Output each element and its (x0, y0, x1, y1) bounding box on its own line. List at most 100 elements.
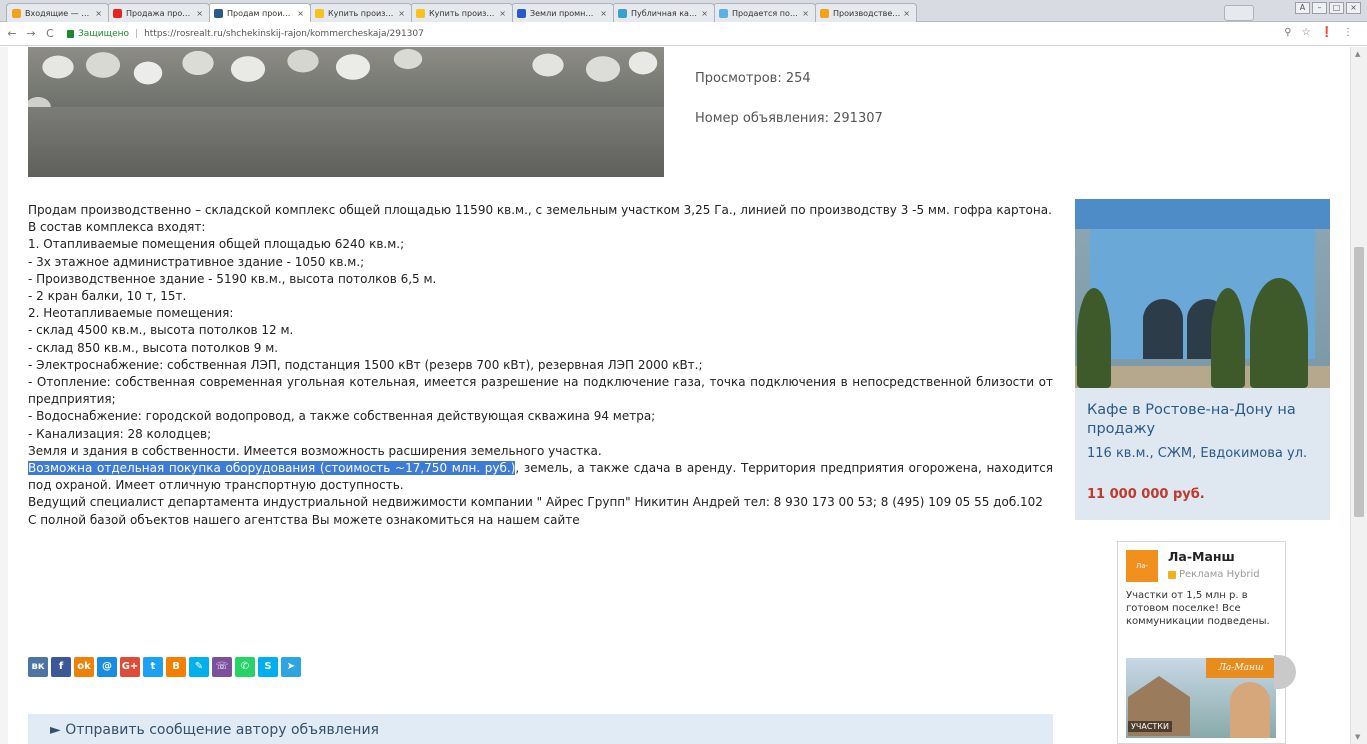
tab-favicon-icon (618, 8, 627, 18)
ad-number: Номер объявления: 291307 (695, 111, 883, 126)
livejournal-icon[interactable]: ✎ (189, 657, 209, 677)
hybrid-ad-label: Реклама Hybrid (1168, 569, 1260, 580)
moimir-icon[interactable]: @ (97, 657, 117, 677)
ad-photo-tree (1250, 278, 1308, 388)
tab-favicon-icon (719, 8, 728, 18)
hybrid-ad-text[interactable]: Участки от 1,5 млн р. в готовом поселке!… (1126, 589, 1276, 628)
bookmark-star-icon[interactable]: ☆ (1302, 27, 1311, 38)
facebook-icon[interactable]: f (51, 657, 71, 677)
browser-tab[interactable]: Купить производствен× (410, 3, 513, 22)
hybrid-ad[interactable]: Ла-Манш Ла-Манш Реклама Hybrid Участки о… (1117, 541, 1286, 744)
browser-tab[interactable]: Публичная кадастрова× (612, 3, 715, 22)
side-ad-card[interactable]: Кафе в Ростове-на-Дону на продажу 116 кв… (1075, 199, 1330, 520)
minimize-icon[interactable]: – (1312, 2, 1327, 14)
description-line: - 2 кран балки, 10 т, 15т. (28, 289, 187, 304)
photo-bags (28, 47, 664, 107)
side-ad-subtitle: 116 кв.м., СЖМ, Евдокимова ул. (1087, 446, 1308, 461)
tab-close-icon[interactable]: × (600, 9, 607, 18)
tab-close-icon[interactable]: × (297, 9, 304, 18)
ad-photo-tree (1077, 288, 1111, 388)
contact-paragraph: Ведущий специалист департамента индустри… (28, 495, 1043, 510)
vk-icon[interactable]: вк (28, 657, 48, 677)
description-line: - Канализация: 28 колодцев; (28, 426, 212, 441)
browser-tab[interactable]: Продам производстве× (208, 3, 311, 23)
whatsapp-icon[interactable]: ✆ (235, 657, 255, 677)
ad-photo-arch (1143, 299, 1183, 359)
odnoklassniki-icon[interactable]: ok (74, 657, 94, 677)
hybrid-ad-brand: Ла-Манш (1206, 658, 1276, 678)
address-bar-actions: ⚲ ☆ ❗ ⋮ (1284, 27, 1353, 38)
description-line: 1. Отапливаемые помещения общей площадью… (28, 237, 405, 252)
page-scrollbar[interactable]: ▲ ▼ (1350, 47, 1367, 744)
browser-tab[interactable]: Продажа производстве× (107, 3, 210, 22)
new-tab-button[interactable] (1224, 5, 1254, 21)
send-message-link[interactable]: ► Отправить сообщение автору объявления (50, 722, 379, 738)
description-line: - склад 4500 кв.м., высота потолков 12 м… (28, 323, 294, 338)
side-ad-title[interactable]: Кафе в Ростове-на-Дону на продажу (1087, 401, 1322, 439)
views-count: Просмотров: 254 (695, 71, 811, 86)
description-line: Продам производственно – складской компл… (28, 203, 1052, 217)
forward-icon[interactable]: → (24, 27, 38, 40)
tab-close-icon[interactable]: × (903, 9, 910, 18)
description-line: Земля и здания в собственности. Имеется … (28, 443, 602, 458)
browser-tab[interactable]: Купить производствен× (309, 3, 412, 22)
description-line: В состав комплекса входят: (28, 220, 206, 235)
tab-close-icon[interactable]: × (95, 9, 102, 18)
reload-icon[interactable]: C (43, 27, 57, 40)
tab-favicon-icon (315, 8, 324, 18)
tab-close-icon[interactable]: × (499, 9, 506, 18)
googleplus-icon[interactable]: G+ (120, 657, 140, 677)
back-icon[interactable]: ← (5, 27, 19, 40)
extension-icon[interactable]: ❗ (1321, 27, 1333, 38)
left-gutter (0, 47, 8, 744)
maximize-icon[interactable]: □ (1329, 2, 1344, 14)
listing-photo[interactable] (28, 47, 664, 177)
side-ad-price: 11 000 000 руб. (1087, 487, 1205, 502)
tab-title: Входящие — Яндекс.П (25, 8, 92, 18)
tab-close-icon[interactable]: × (398, 9, 405, 18)
browser-tab-bar: Производственное по×Продается помещение×… (0, 0, 1367, 23)
tab-favicon-icon (820, 8, 829, 18)
browser-tab[interactable]: Входящие — Яндекс.П× (6, 3, 109, 22)
hybrid-ad-caption: УЧАСТКИ (1128, 721, 1172, 732)
close-window-icon[interactable]: × (1346, 2, 1361, 14)
tab-title: Купить производствен (328, 8, 396, 18)
user-icon[interactable]: A (1295, 2, 1310, 14)
tab-favicon-icon (517, 8, 526, 18)
scroll-up-icon[interactable]: ▲ (1355, 50, 1360, 58)
browser-tab[interactable]: Продается помещение× (713, 3, 816, 22)
browser-tab[interactable]: Производственное по× (814, 3, 917, 22)
browser-tab[interactable]: Земли промназначени× (511, 3, 614, 22)
highlighted-text: Возможна отдельная покупка оборудования … (28, 461, 516, 476)
tab-close-icon[interactable]: × (196, 9, 203, 18)
tab-title: Публичная кадастрова (631, 8, 698, 18)
blogger-icon[interactable]: B (166, 657, 186, 677)
skype-icon[interactable]: S (258, 657, 278, 677)
description-line: 2. Неотапливаемые помещения: (28, 306, 234, 321)
tab-close-icon[interactable]: × (802, 9, 809, 18)
tab-close-icon[interactable]: × (701, 9, 708, 18)
separator: | (135, 28, 139, 39)
lock-icon (67, 29, 74, 38)
twitter-icon[interactable]: t (143, 657, 163, 677)
hybrid-ad-name[interactable]: Ла-Манш (1168, 549, 1235, 564)
send-message-bar[interactable]: ► Отправить сообщение автору объявления (28, 714, 1053, 744)
hybrid-ad-image[interactable]: Ла-Манш УЧАСТКИ (1126, 658, 1276, 738)
side-ad-photo[interactable] (1075, 199, 1330, 388)
telegram-icon[interactable]: ➤ (281, 657, 301, 677)
tab-title: Купить производствен (429, 8, 497, 18)
description-line: - Электроснабжение: собственная ЛЭП, под… (28, 357, 703, 372)
scrollbar-thumb[interactable] (1354, 247, 1364, 517)
zoom-icon[interactable]: ⚲ (1284, 27, 1291, 38)
scroll-down-icon[interactable]: ▼ (1355, 733, 1360, 741)
url-field[interactable]: https://rosrealt.ru/shchekinskij-rajon/k… (144, 29, 424, 39)
ad-photo-roof (1075, 199, 1330, 229)
equipment-paragraph: Возможна отдельная покупка оборудования … (28, 461, 1054, 493)
tab-title: Продам производстве (227, 9, 294, 18)
carousel-next-button[interactable] (1274, 655, 1296, 689)
tab-favicon-icon (113, 8, 122, 18)
secure-indicator[interactable]: Защищено (67, 29, 129, 39)
menu-icon[interactable]: ⋮ (1343, 27, 1353, 38)
viber-icon[interactable]: ☏ (212, 657, 232, 677)
tab-title: Земли промназначени (530, 8, 597, 18)
